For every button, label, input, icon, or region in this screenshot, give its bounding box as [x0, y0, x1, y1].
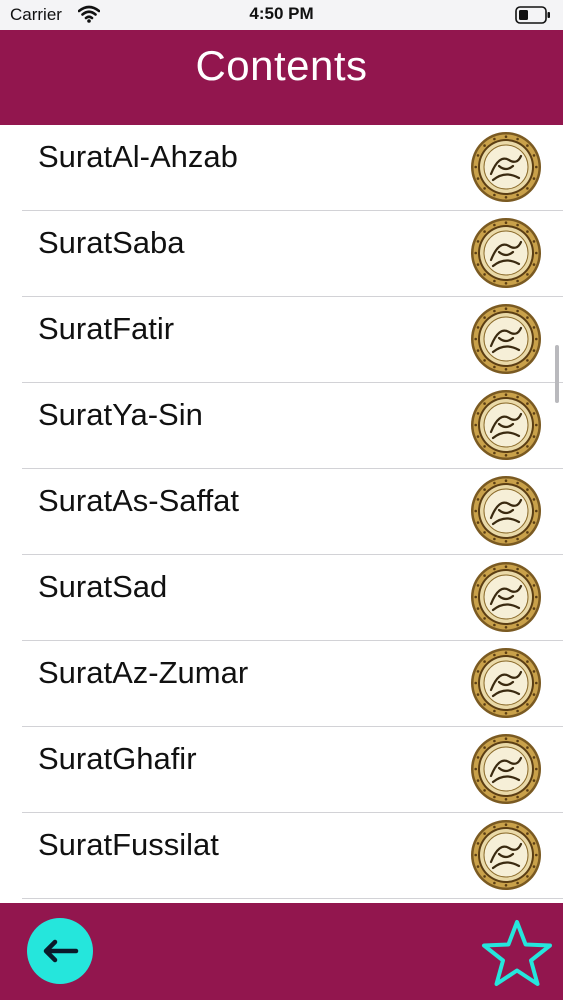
- list-item[interactable]: SuratAl-Ahzab: [22, 125, 563, 211]
- list-item[interactable]: SuratGhafir: [22, 727, 563, 813]
- list-item[interactable]: SuratYa-Sin: [22, 383, 563, 469]
- clock-time: 4:50 PM: [249, 4, 314, 23]
- list-item-label: SuratGhafir: [38, 741, 197, 776]
- scroll-indicator[interactable]: [555, 345, 559, 403]
- quran-medallion-icon: [471, 304, 541, 374]
- list-item-label: SuratSad: [38, 569, 168, 604]
- quran-medallion-icon: [471, 734, 541, 804]
- battery-icon: [515, 6, 550, 24]
- quran-medallion-icon: [471, 218, 541, 288]
- bottom-toolbar: [0, 903, 563, 1000]
- page-title: Contents: [195, 42, 368, 89]
- list-item-label: SuratAl-Ahzab: [38, 139, 238, 174]
- list-item-label: SuratAs-Saffat: [38, 483, 240, 518]
- app-screen: Carrier 4:50 PM Contents SuratAl-Ahzab Su…: [0, 0, 563, 1000]
- list-item-label: SuratAz-Zumar: [38, 655, 249, 690]
- quran-medallion-icon: [471, 132, 541, 202]
- list-item[interactable]: SuratFussilat: [22, 813, 563, 899]
- nav-header: Contents: [0, 30, 563, 125]
- star-outline-icon[interactable]: [481, 919, 553, 987]
- surah-list-content: SuratAl-Ahzab SuratSaba SuratFatir SuratYa-…: [0, 125, 563, 903]
- list-item[interactable]: SuratAs-Saffat: [22, 469, 563, 555]
- list-item-label: SuratSaba: [38, 225, 185, 260]
- quran-medallion-icon: [471, 476, 541, 546]
- list-item-label: SuratFussilat: [38, 827, 219, 862]
- quran-medallion-icon: [471, 390, 541, 460]
- list-item[interactable]: SuratSad: [22, 555, 563, 641]
- status-bar: Carrier 4:50 PM: [0, 0, 563, 30]
- quran-medallion-icon: [471, 648, 541, 718]
- list-item[interactable]: SuratFatir: [22, 297, 563, 383]
- quran-medallion-icon: [471, 562, 541, 632]
- arrow-left-icon: [43, 939, 79, 963]
- back-button[interactable]: [27, 918, 93, 984]
- list-item[interactable]: SuratSaba: [22, 211, 563, 297]
- list-item[interactable]: SuratAz-Zumar: [22, 641, 563, 727]
- surah-list[interactable]: SuratAl-Ahzab SuratSaba SuratFatir SuratYa-…: [0, 125, 563, 903]
- list-item-label: SuratYa-Sin: [38, 397, 203, 432]
- quran-medallion-icon: [471, 820, 541, 890]
- list-item-label: SuratFatir: [38, 311, 175, 346]
